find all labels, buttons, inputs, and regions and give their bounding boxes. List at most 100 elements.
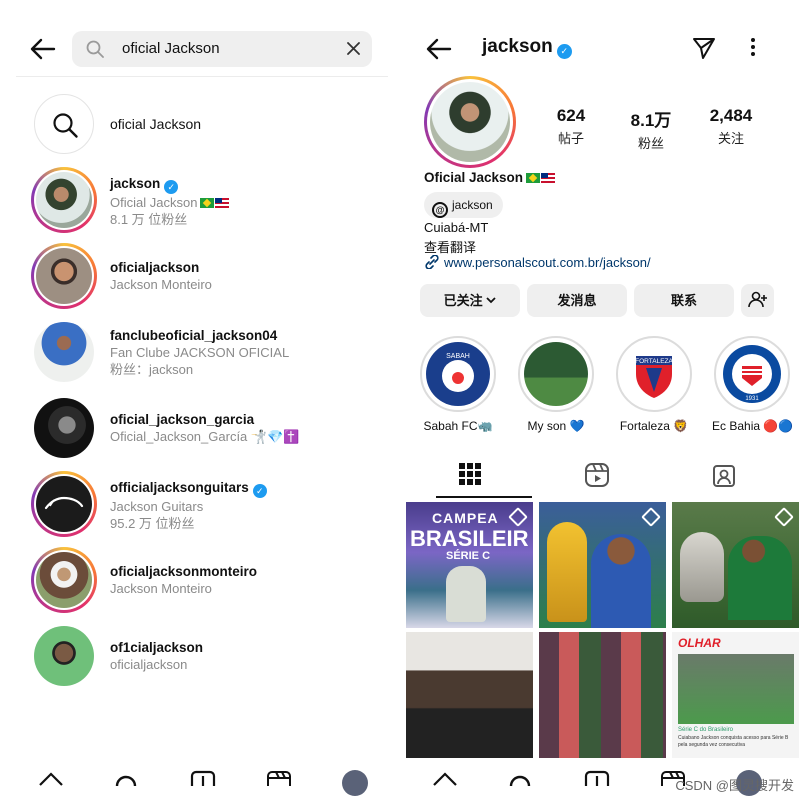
threads-badge[interactable]: @ jackson [424,192,503,218]
search-icon [86,40,104,58]
watermark: CSDN @图灵搜开发 [675,778,794,793]
post-banner-text: SÉRIE C [446,550,491,562]
clear-icon[interactable] [347,42,360,55]
highlight-fortaleza[interactable]: FORTALEZA Fortaleza 🦁 [614,336,694,433]
trophy-figure [680,532,724,602]
story-ring [31,243,97,309]
grid-icon[interactable] [458,462,482,486]
search-suggestion-row[interactable]: oficial Jackson [0,86,394,162]
post-news-logo: OLHAR [678,636,721,650]
result-row[interactable]: oficialjacksonmonteiro Jackson Monteiro [0,542,394,618]
malaysia-flag-icon [215,198,230,208]
result-row[interactable]: officialjacksonguitars ✓ Jackson Guitars … [0,466,394,542]
verified-badge-icon: ✓ [252,484,267,498]
back-arrow-icon[interactable] [28,34,58,64]
website-link[interactable]: www.personalscout.com.br/jackson/ [424,254,651,270]
post-thumbnail[interactable]: OLHAR Série C do Brasileiro Cuiabano Jac… [672,632,799,758]
profile-title: jackson ✓ [482,36,572,59]
following-button[interactable]: 已关注 [420,284,520,317]
reels-icon[interactable] [266,770,292,786]
add-user-button[interactable] [741,284,774,317]
pin-icon [641,507,661,527]
more-options-icon[interactable] [750,36,756,58]
avatar [36,552,92,608]
highlight-my-son[interactable]: My son 💙 [516,336,596,433]
search-input[interactable]: oficial Jackson [72,31,372,67]
result-username: oficialjacksonmonteiro [110,564,258,579]
bahia-crest-year: 1931 [745,396,759,402]
post-thumbnail[interactable] [539,632,666,758]
jackson-logo-icon [44,496,84,510]
result-fullname: Oficial Jackson [110,195,198,210]
suggestion-icon-circle [34,94,94,154]
chevron-down-icon [486,297,496,304]
panel-gap [394,0,406,800]
post-thumbnail[interactable] [672,502,799,628]
story-ring [31,471,97,537]
ec-bahia-crest-icon: 1931 [720,342,784,406]
result-username: oficialjackson [110,260,200,275]
pin-icon [508,507,528,527]
news-subtitle: Cuiabano Jackson conquista acesso para S… [678,735,789,748]
following-stat[interactable]: 2,484 关注 [691,106,771,147]
result-username: of1cialjackson [110,640,204,655]
profile-avatar[interactable] [424,76,516,168]
player-figure [446,566,486,622]
followers-stat[interactable]: 8.1万 粉丝 [611,106,691,152]
search-screen: oficial Jackson oficial Jackson jackson ✓… [0,0,394,800]
suggestion-text: oficial Jackson [110,116,202,132]
tagged-icon[interactable] [712,462,736,488]
news-photo [678,654,794,724]
result-row[interactable]: fanclubeoficial_jackson04 Fan Clube JACK… [0,314,394,390]
search-icon[interactable] [508,772,532,786]
result-username: jackson [110,176,161,191]
result-fullname: Jackson Monteiro [110,277,212,292]
result-followers: 8.1 万 位粉丝 [110,212,188,227]
highlight-label: Fortaleza 🦁 [619,419,689,433]
player-figure [591,534,651,628]
highlight-ec-bahia[interactable]: 1931 Ec Bahia 🔴🔵 [712,336,793,433]
result-row[interactable]: jackson ✓ Oficial Jackson 8.1 万 位粉丝 [0,162,394,238]
result-row[interactable]: oficial_jackson_garcia Oficial_Jackson_G… [0,390,394,466]
pin-icon [774,507,794,527]
result-followers: 95.2 万 位粉丝 [110,516,195,531]
translate-link[interactable]: 查看翻译 [424,237,476,256]
result-username: oficial_jackson_garcia [110,412,255,427]
contact-button[interactable]: 联系 [634,284,734,317]
sabah-fc-crest-icon: SABAH [426,342,490,406]
fortaleza-crest-icon: FORTALEZA [622,342,686,406]
result-fullname: Jackson Guitars [110,499,204,514]
story-ring [31,547,97,613]
search-query[interactable]: oficial Jackson [122,40,220,57]
reels-icon[interactable] [584,462,610,488]
back-arrow-icon[interactable] [424,34,454,64]
posts-stat[interactable]: 624 帖子 [531,106,611,147]
create-icon[interactable] [584,770,610,786]
highlight-sabah[interactable]: SABAH Sabah FC🦏 [418,336,498,433]
home-icon[interactable] [38,772,64,786]
avatar [36,172,92,228]
result-row[interactable]: of1cialjackson oficialjackson [0,618,394,694]
post-banner-text: CAMPEA [432,510,499,526]
result-fullname: oficialjackson [110,657,188,672]
result-followers: 粉丝：jackson [110,362,194,377]
message-button[interactable]: 发消息 [527,284,627,317]
send-icon[interactable] [692,36,716,60]
result-fullname: Oficial_Jackson_García 🤺💎✝️ [110,429,300,444]
home-icon[interactable] [432,772,458,786]
post-thumbnail[interactable] [539,502,666,628]
story-ring [31,167,97,233]
post-thumbnail[interactable] [406,632,533,758]
post-thumbnail[interactable]: CAMPEA BRASILEIR SÉRIE C [406,502,533,628]
result-row[interactable]: oficialjackson Jackson Monteiro [0,238,394,314]
add-person-icon [747,291,767,308]
result-fullname: Fan Clube JACKSON OFICIAL [110,345,290,360]
soccer-field-photo-icon [524,342,588,406]
create-icon[interactable] [190,770,216,786]
player-figure [728,536,792,620]
profile-avatar-icon[interactable] [342,770,368,796]
trophy-figure [547,522,587,622]
threads-icon: @ [432,202,448,218]
highlight-label: Sabah FC🦏 [423,419,493,433]
search-icon[interactable] [114,772,138,786]
